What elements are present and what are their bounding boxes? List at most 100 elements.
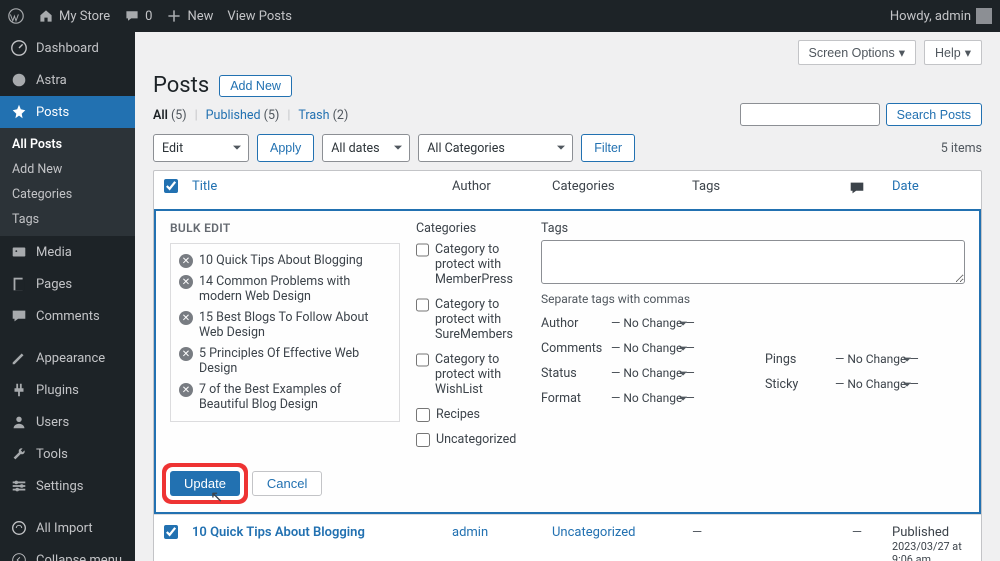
chevron-down-icon: ▾ [965, 45, 971, 60]
col-comments-icon[interactable] [822, 179, 892, 201]
row-comments: — [822, 525, 892, 540]
sidebar-item-posts[interactable]: Posts [0, 96, 135, 128]
bulk-edit-panel: BULK EDIT ✕10 Quick Tips About Blogging … [154, 209, 981, 514]
main-content: Screen Options ▾ Help ▾ Posts Add New Al… [135, 32, 1000, 561]
posts-table: Title Author Categories Tags Date BULK E… [153, 170, 982, 561]
remove-icon[interactable]: ✕ [179, 275, 193, 289]
add-new-button[interactable]: Add New [219, 75, 292, 97]
bulk-post-item: ✕5 Principles Of Effective Web Design [177, 343, 393, 379]
format-select[interactable]: — No Change — [611, 391, 695, 405]
admin-topbar: My Store 0 New View Posts Howdy, admin [0, 0, 1000, 32]
table-header: Title Author Categories Tags Date [154, 171, 981, 209]
update-button[interactable]: Update [170, 471, 240, 496]
site-home[interactable]: My Store [38, 8, 110, 24]
cancel-button[interactable]: Cancel [252, 471, 322, 496]
remove-icon[interactable]: ✕ [179, 254, 193, 268]
status-label: Status [541, 366, 601, 381]
bulk-post-item: ✕7 of the Best Examples of Beautiful Blo… [177, 379, 393, 415]
new-content[interactable]: New [166, 8, 213, 24]
filter-trash[interactable]: Trash [298, 108, 329, 123]
screen-options-button[interactable]: Screen Options ▾ [798, 40, 916, 65]
bulk-cat-option[interactable]: Category to protect with SureMembers [416, 297, 525, 342]
page-title: Posts [153, 73, 209, 98]
remove-icon[interactable]: ✕ [179, 383, 193, 397]
bulk-post-item: ✕15 Best Blogs To Follow About Web Desig… [177, 307, 393, 343]
sticky-select[interactable]: — No Change — [835, 377, 919, 391]
item-count: 5 items [941, 141, 982, 156]
sidebar-item-comments[interactable]: Comments [0, 300, 135, 332]
filter-all[interactable]: All [153, 108, 168, 123]
comments-count[interactable]: 0 [124, 8, 152, 24]
format-label: Format [541, 391, 601, 406]
sidebar-item-plugins[interactable]: Plugins [0, 374, 135, 406]
posts-submenu: All Posts Add New Categories Tags [0, 128, 135, 236]
sidebar-item-dashboard[interactable]: Dashboard [0, 32, 135, 64]
sidebar-sub-addnew[interactable]: Add New [0, 157, 135, 182]
col-date[interactable]: Date [892, 179, 971, 201]
sidebar-item-settings[interactable]: Settings [0, 470, 135, 502]
category-checkbox[interactable] [416, 408, 430, 422]
bulk-cat-option[interactable]: Category to protect with MemberPress [416, 242, 525, 287]
bulk-cat-option[interactable]: Recipes [416, 407, 525, 422]
categories-section-label: Categories [416, 221, 525, 236]
col-title[interactable]: Title [192, 179, 452, 201]
status-select[interactable]: — No Change — [611, 366, 695, 380]
wp-logo[interactable] [8, 8, 24, 24]
bulk-edit-heading: BULK EDIT [170, 221, 400, 235]
category-checkbox[interactable] [416, 298, 429, 312]
bulk-action-select[interactable]: Edit [153, 134, 249, 162]
bulk-post-item: ✕14 Common Problems with modern Web Desi… [177, 271, 393, 307]
select-all-checkbox[interactable] [164, 179, 178, 193]
site-name: My Store [59, 9, 110, 24]
category-checkbox[interactable] [416, 433, 430, 447]
remove-icon[interactable]: ✕ [179, 347, 193, 361]
comments-label: Comments [541, 341, 601, 356]
category-link[interactable]: Uncategorized [552, 525, 635, 540]
admin-sidebar: Dashboard Astra Posts All Posts Add New … [0, 32, 135, 561]
bulk-tags-input[interactable] [541, 240, 965, 284]
view-posts[interactable]: View Posts [227, 9, 292, 24]
author-link[interactable]: admin [452, 525, 488, 540]
col-categories: Categories [552, 179, 692, 201]
sidebar-sub-allposts[interactable]: All Posts [0, 132, 135, 157]
chevron-down-icon: ▾ [899, 45, 905, 60]
sidebar-item-appearance[interactable]: Appearance [0, 342, 135, 374]
bulk-post-item: ✕10 Quick Tips About Blogging [177, 250, 393, 271]
sidebar-item-pages[interactable]: Pages [0, 268, 135, 300]
avatar [976, 8, 992, 24]
row-date: Published2023/03/27 at 9:06 am [892, 525, 971, 561]
sidebar-collapse[interactable]: Collapse menu [0, 544, 135, 561]
bulk-cat-option[interactable]: Uncategorized [416, 432, 525, 447]
comments-select[interactable]: — No Change — [611, 341, 695, 355]
filter-button[interactable]: Filter [581, 134, 635, 162]
sidebar-item-tools[interactable]: Tools [0, 438, 135, 470]
table-row: 10 Quick Tips About Blogging admin Uncat… [154, 514, 981, 561]
category-checkbox[interactable] [416, 353, 429, 367]
filter-published[interactable]: Published [206, 108, 261, 123]
row-checkbox[interactable] [164, 525, 178, 539]
tags-hint: Separate tags with commas [541, 292, 965, 306]
search-input[interactable] [740, 103, 880, 126]
tags-section-label: Tags [541, 221, 965, 236]
sidebar-sub-tags[interactable]: Tags [0, 207, 135, 232]
sticky-label: Sticky [765, 377, 825, 392]
pings-select[interactable]: — No Change — [835, 352, 919, 366]
search-posts-button[interactable]: Search Posts [886, 103, 982, 126]
help-button[interactable]: Help ▾ [924, 40, 982, 65]
bulk-selected-posts: ✕10 Quick Tips About Blogging ✕14 Common… [170, 243, 400, 422]
remove-icon[interactable]: ✕ [179, 311, 193, 325]
sidebar-sub-categories[interactable]: Categories [0, 182, 135, 207]
sidebar-item-users[interactable]: Users [0, 406, 135, 438]
bulk-cat-option[interactable]: Category to protect with WishList [416, 352, 525, 397]
dates-select[interactable]: All dates [322, 134, 410, 162]
col-tags: Tags [692, 179, 822, 201]
sidebar-item-media[interactable]: Media [0, 236, 135, 268]
post-title-link[interactable]: 10 Quick Tips About Blogging [192, 525, 365, 540]
sidebar-item-astra[interactable]: Astra [0, 64, 135, 96]
categories-select[interactable]: All Categories [418, 134, 573, 162]
category-checkbox[interactable] [416, 243, 429, 257]
apply-button[interactable]: Apply [257, 134, 314, 162]
author-select[interactable]: — No Change — [611, 316, 695, 330]
howdy-user[interactable]: Howdy, admin [890, 8, 992, 24]
sidebar-item-allimport[interactable]: All Import [0, 512, 135, 544]
